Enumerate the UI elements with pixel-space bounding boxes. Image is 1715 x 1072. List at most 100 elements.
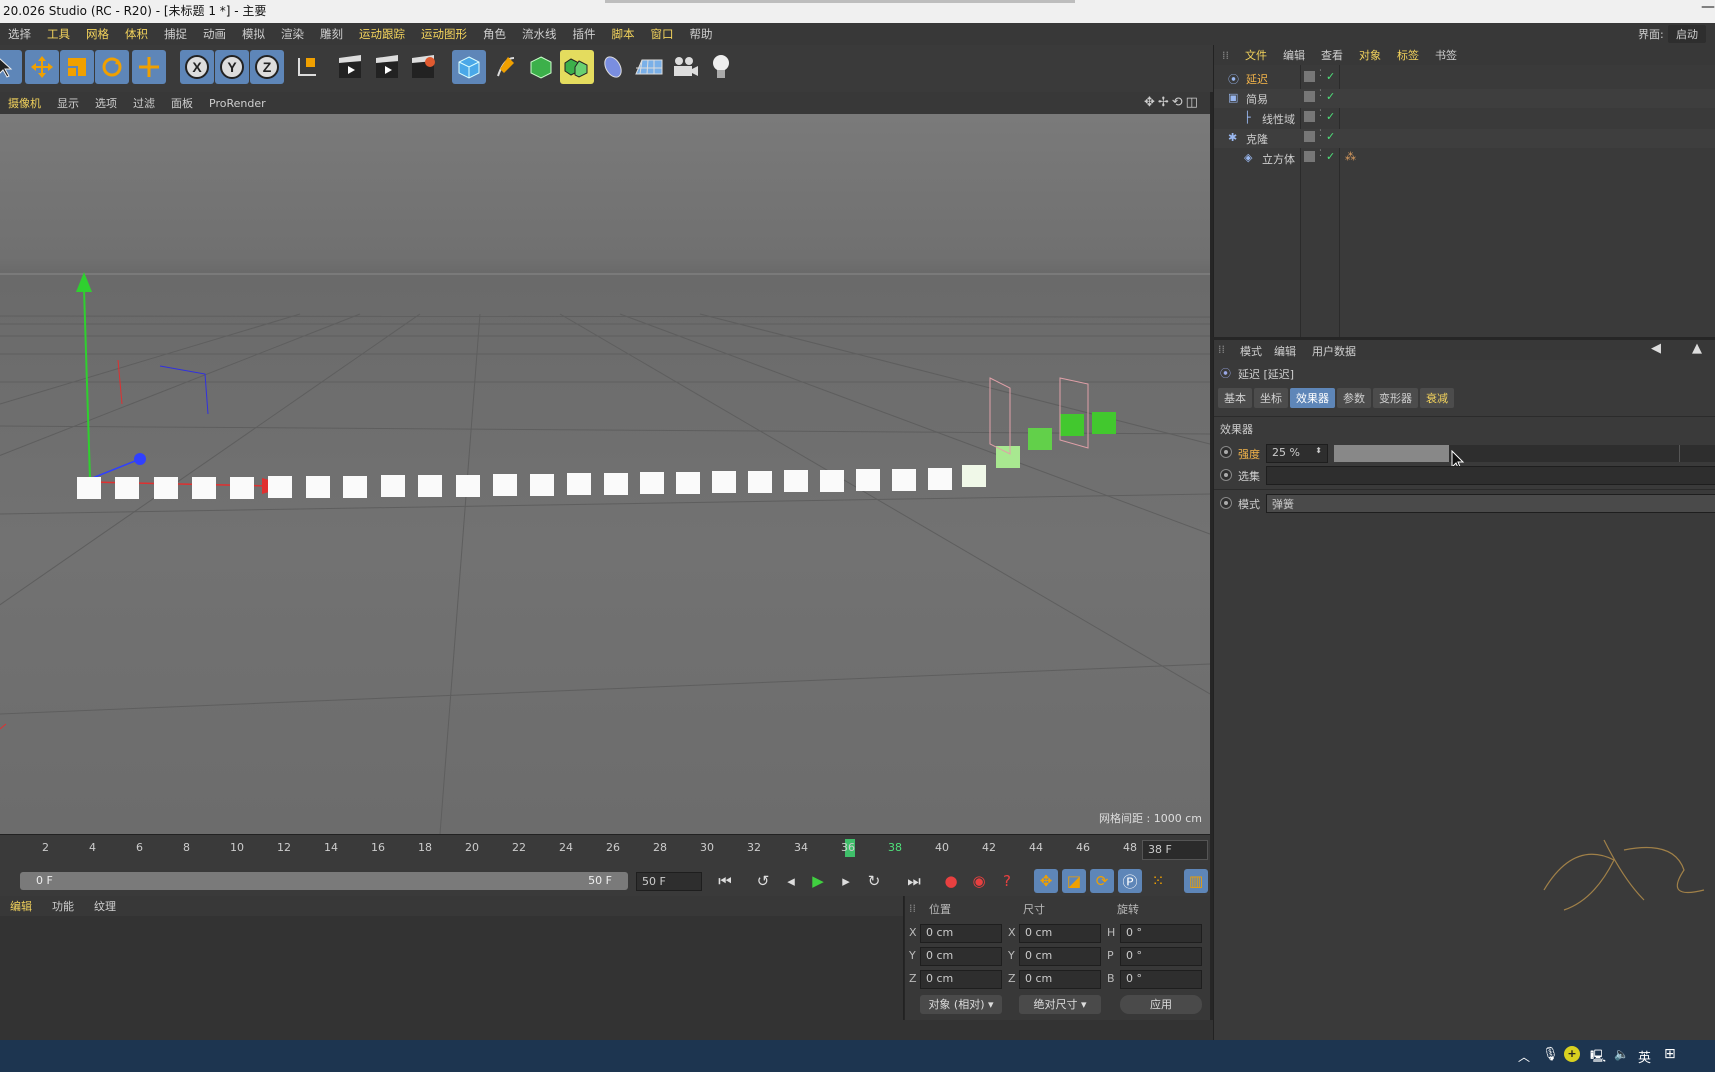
deformer-icon[interactable]: [596, 50, 630, 84]
size-z-field[interactable]: 0 cm: [1019, 970, 1101, 989]
prev-key-icon[interactable]: ↺: [751, 869, 775, 893]
y-axis-icon[interactable]: Y: [215, 50, 249, 84]
visibility-toggle-icon[interactable]: [1304, 91, 1315, 102]
key-pla-icon[interactable]: ⁙: [1146, 869, 1170, 893]
menu-item-11[interactable]: 角色: [475, 26, 514, 42]
ime-grid-icon[interactable]: ⊞: [1664, 1046, 1676, 1062]
menu-item-6[interactable]: 模拟: [234, 26, 273, 42]
attr-subtab-1[interactable]: 坐标: [1254, 388, 1288, 408]
network-icon[interactable]: 🖳: [1590, 1047, 1606, 1068]
viewport-menu-item-2[interactable]: 选项: [87, 95, 125, 111]
om-tab-5[interactable]: 书签: [1427, 47, 1465, 63]
scale-icon[interactable]: [60, 50, 94, 84]
viewport-menu-item-1[interactable]: 显示: [49, 95, 87, 111]
object-row[interactable]: ├ 线性域 ⁚ ✓: [1214, 109, 1715, 128]
strength-anim-radio[interactable]: [1220, 446, 1232, 458]
visibility-toggle-icon[interactable]: [1304, 151, 1315, 162]
render-picture-icon[interactable]: [370, 50, 404, 84]
render-dots-icon[interactable]: ⁚: [1319, 69, 1322, 79]
timeline-ruler[interactable]: 2 4 6 8 10 12 14 16 18 20 22 24 26 28 30 32 34 36 38 40 42 44…: [0, 834, 1210, 866]
current-frame-field[interactable]: 38 F: [1142, 840, 1208, 860]
material-tab-0[interactable]: 编辑: [0, 898, 42, 914]
cloner-icon[interactable]: [560, 50, 594, 84]
visibility-toggle-icon[interactable]: [1304, 111, 1315, 122]
viewport-nav-icons[interactable]: ✥✢⟲◫: [1144, 95, 1201, 110]
menu-item-13[interactable]: 插件: [565, 26, 604, 42]
visibility-toggle-icon[interactable]: [1304, 71, 1315, 82]
object-row[interactable]: ✱ 克隆 ⁚ ✓: [1214, 129, 1715, 148]
pos-z-field[interactable]: 0 cm: [920, 970, 1002, 989]
move-icon[interactable]: [25, 50, 59, 84]
rotate-icon[interactable]: [95, 50, 129, 84]
menu-item-5[interactable]: 动画: [195, 26, 234, 42]
viewport-menu-item-5[interactable]: ProRender: [201, 97, 274, 110]
menu-item-9[interactable]: 运动跟踪: [351, 26, 413, 42]
material-tab-1[interactable]: 功能: [42, 898, 84, 914]
viewport-menu-item-3[interactable]: 过滤: [125, 95, 163, 111]
mode-select[interactable]: 弹簧: [1266, 494, 1715, 513]
back-arrow-icon[interactable]: ◀: [1651, 341, 1661, 356]
render-dots-icon[interactable]: ⁚: [1319, 149, 1322, 159]
menu-item-14[interactable]: 脚本: [604, 26, 643, 42]
z-axis-icon[interactable]: Z: [250, 50, 284, 84]
render-dots-icon[interactable]: ⁚: [1319, 129, 1322, 139]
rot-p-field[interactable]: 0 °: [1120, 947, 1202, 966]
menu-item-8[interactable]: 雕刻: [312, 26, 351, 42]
mic-icon[interactable]: 🎙: [1542, 1047, 1559, 1062]
attr-subtab-0[interactable]: 基本: [1218, 388, 1252, 408]
menu-item-1[interactable]: 工具: [39, 26, 78, 42]
play-icon[interactable]: ▶: [806, 869, 830, 893]
go-end-icon[interactable]: ⏭: [902, 869, 926, 893]
rot-b-field[interactable]: 0 °: [1120, 970, 1202, 989]
object-row[interactable]: ▣ 简易 ⁚ ✓: [1214, 89, 1715, 108]
pos-x-field[interactable]: 0 cm: [920, 924, 1002, 943]
size-x-field[interactable]: 0 cm: [1019, 924, 1101, 943]
menu-item-0[interactable]: 选择: [0, 26, 39, 42]
move-plus-icon[interactable]: [132, 50, 166, 84]
next-frame-icon[interactable]: ▸: [834, 869, 858, 893]
menu-item-12[interactable]: 流水线: [514, 26, 565, 42]
attr-tab-userdata[interactable]: 用户数据: [1312, 343, 1356, 359]
ime-indicator[interactable]: 英: [1638, 1047, 1651, 1066]
selection-field[interactable]: [1266, 466, 1715, 485]
coord-mode-select[interactable]: 对象 (相对) ▾: [920, 995, 1002, 1014]
viewport-menu-item-0[interactable]: 摄像机: [0, 95, 49, 111]
prev-frame-icon[interactable]: ◂: [779, 869, 803, 893]
attr-subtab-3[interactable]: 参数: [1337, 388, 1371, 408]
minimize-icon[interactable]: —: [1701, 0, 1715, 15]
visibility-toggle-icon[interactable]: [1304, 131, 1315, 142]
strength-field[interactable]: 25 % ⬍: [1266, 444, 1328, 463]
attr-tab-edit[interactable]: 编辑: [1274, 343, 1296, 359]
apply-button[interactable]: 应用: [1120, 995, 1202, 1014]
frame-range-slider[interactable]: 0 F 50 F: [20, 872, 628, 890]
material-tab-2[interactable]: 纹理: [84, 898, 126, 914]
enabled-check-icon[interactable]: ✓: [1326, 110, 1335, 123]
x-axis-icon[interactable]: X: [180, 50, 214, 84]
rot-h-field[interactable]: 0 °: [1120, 924, 1202, 943]
menu-item-7[interactable]: 渲染: [273, 26, 312, 42]
enabled-check-icon[interactable]: ✓: [1326, 150, 1335, 163]
menu-item-4[interactable]: 捕捉: [156, 26, 195, 42]
key-rotation-icon[interactable]: ⟳: [1090, 869, 1114, 893]
tag-icon[interactable]: ⁂: [1345, 150, 1356, 163]
size-y-field[interactable]: 0 cm: [1019, 947, 1101, 966]
up-arrow-icon[interactable]: ▲: [1692, 341, 1702, 356]
key-param-icon[interactable]: Ⓟ: [1118, 869, 1142, 893]
viewport-menu-item-4[interactable]: 面板: [163, 95, 201, 111]
om-tab-1[interactable]: 编辑: [1275, 47, 1313, 63]
object-row[interactable]: ⦿ 延迟 ⁚ ✓: [1214, 69, 1715, 88]
menu-item-2[interactable]: 网格: [78, 26, 117, 42]
select-arrow-icon[interactable]: [0, 50, 22, 84]
end-frame-field[interactable]: 50 F: [636, 872, 702, 891]
autokey-icon[interactable]: ◉: [967, 869, 991, 893]
enabled-check-icon[interactable]: ✓: [1326, 130, 1335, 143]
go-start-icon[interactable]: ⏮: [713, 869, 737, 893]
timeline-window-icon[interactable]: ▥: [1184, 869, 1208, 893]
cube-icon[interactable]: [452, 50, 486, 84]
keyframe-help-icon[interactable]: ?: [995, 869, 1019, 893]
render-view-icon[interactable]: [333, 50, 367, 84]
key-scale-icon[interactable]: ◪: [1062, 869, 1086, 893]
menu-item-3[interactable]: 体积: [117, 26, 156, 42]
enabled-check-icon[interactable]: ✓: [1326, 70, 1335, 83]
subdivision-icon[interactable]: [524, 50, 558, 84]
